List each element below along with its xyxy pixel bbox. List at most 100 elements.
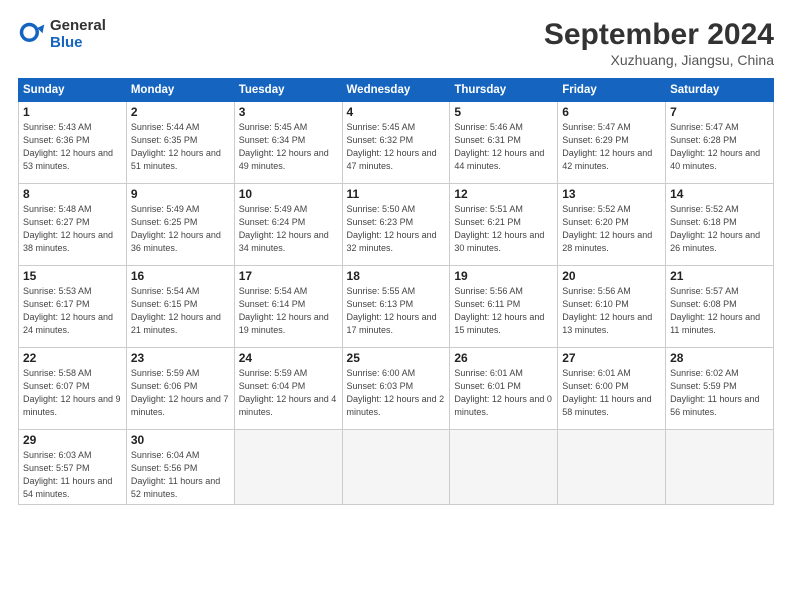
table-row: 30 Sunrise: 6:04 AMSunset: 5:56 PMDaylig…: [126, 430, 234, 505]
table-row: 8 Sunrise: 5:48 AMSunset: 6:27 PMDayligh…: [19, 184, 127, 266]
day-number: 30: [131, 433, 230, 447]
day-number: 16: [131, 269, 230, 283]
day-number: 24: [239, 351, 338, 365]
table-row: [666, 430, 774, 505]
day-info: Sunrise: 5:59 AMSunset: 6:04 PMDaylight:…: [239, 368, 337, 417]
day-info: Sunrise: 5:54 AMSunset: 6:15 PMDaylight:…: [131, 286, 221, 335]
col-saturday: Saturday: [666, 79, 774, 102]
day-number: 2: [131, 105, 230, 119]
col-sunday: Sunday: [19, 79, 127, 102]
table-row: 7 Sunrise: 5:47 AMSunset: 6:28 PMDayligh…: [666, 102, 774, 184]
day-info: Sunrise: 6:01 AMSunset: 6:00 PMDaylight:…: [562, 368, 651, 417]
col-wednesday: Wednesday: [342, 79, 450, 102]
table-row: 2 Sunrise: 5:44 AMSunset: 6:35 PMDayligh…: [126, 102, 234, 184]
header: General Blue September 2024 Xuzhuang, Ji…: [18, 18, 774, 68]
day-info: Sunrise: 5:52 AMSunset: 6:20 PMDaylight:…: [562, 204, 652, 253]
day-info: Sunrise: 5:55 AMSunset: 6:13 PMDaylight:…: [347, 286, 437, 335]
day-number: 28: [670, 351, 769, 365]
day-number: 14: [670, 187, 769, 201]
day-info: Sunrise: 5:57 AMSunset: 6:08 PMDaylight:…: [670, 286, 760, 335]
day-number: 5: [454, 105, 553, 119]
day-info: Sunrise: 5:47 AMSunset: 6:29 PMDaylight:…: [562, 122, 652, 171]
day-info: Sunrise: 5:58 AMSunset: 6:07 PMDaylight:…: [23, 368, 121, 417]
table-row: [450, 430, 558, 505]
day-info: Sunrise: 5:43 AMSunset: 6:36 PMDaylight:…: [23, 122, 113, 171]
table-row: 29 Sunrise: 6:03 AMSunset: 5:57 PMDaylig…: [19, 430, 127, 505]
table-row: 12 Sunrise: 5:51 AMSunset: 6:21 PMDaylig…: [450, 184, 558, 266]
table-row: [234, 430, 342, 505]
day-number: 6: [562, 105, 661, 119]
day-info: Sunrise: 5:48 AMSunset: 6:27 PMDaylight:…: [23, 204, 113, 253]
table-row: 9 Sunrise: 5:49 AMSunset: 6:25 PMDayligh…: [126, 184, 234, 266]
table-row: 4 Sunrise: 5:45 AMSunset: 6:32 PMDayligh…: [342, 102, 450, 184]
day-info: Sunrise: 5:44 AMSunset: 6:35 PMDaylight:…: [131, 122, 221, 171]
day-info: Sunrise: 5:46 AMSunset: 6:31 PMDaylight:…: [454, 122, 544, 171]
day-number: 23: [131, 351, 230, 365]
table-row: 23 Sunrise: 5:59 AMSunset: 6:06 PMDaylig…: [126, 348, 234, 430]
table-row: 18 Sunrise: 5:55 AMSunset: 6:13 PMDaylig…: [342, 266, 450, 348]
day-info: Sunrise: 6:03 AMSunset: 5:57 PMDaylight:…: [23, 450, 112, 499]
logo-blue-text: Blue: [50, 35, 106, 52]
day-number: 8: [23, 187, 122, 201]
day-info: Sunrise: 5:51 AMSunset: 6:21 PMDaylight:…: [454, 204, 544, 253]
day-info: Sunrise: 6:00 AMSunset: 6:03 PMDaylight:…: [347, 368, 445, 417]
day-number: 27: [562, 351, 661, 365]
table-row: 10 Sunrise: 5:49 AMSunset: 6:24 PMDaylig…: [234, 184, 342, 266]
day-number: 4: [347, 105, 446, 119]
day-info: Sunrise: 6:01 AMSunset: 6:01 PMDaylight:…: [454, 368, 552, 417]
table-row: 26 Sunrise: 6:01 AMSunset: 6:01 PMDaylig…: [450, 348, 558, 430]
table-row: [342, 430, 450, 505]
col-tuesday: Tuesday: [234, 79, 342, 102]
day-info: Sunrise: 5:53 AMSunset: 6:17 PMDaylight:…: [23, 286, 113, 335]
table-row: 15 Sunrise: 5:53 AMSunset: 6:17 PMDaylig…: [19, 266, 127, 348]
table-row: 11 Sunrise: 5:50 AMSunset: 6:23 PMDaylig…: [342, 184, 450, 266]
day-number: 17: [239, 269, 338, 283]
day-info: Sunrise: 6:04 AMSunset: 5:56 PMDaylight:…: [131, 450, 220, 499]
table-row: 3 Sunrise: 5:45 AMSunset: 6:34 PMDayligh…: [234, 102, 342, 184]
day-info: Sunrise: 5:56 AMSunset: 6:11 PMDaylight:…: [454, 286, 544, 335]
day-info: Sunrise: 5:49 AMSunset: 6:25 PMDaylight:…: [131, 204, 221, 253]
table-row: 17 Sunrise: 5:54 AMSunset: 6:14 PMDaylig…: [234, 266, 342, 348]
table-row: 22 Sunrise: 5:58 AMSunset: 6:07 PMDaylig…: [19, 348, 127, 430]
day-number: 18: [347, 269, 446, 283]
calendar-page: General Blue September 2024 Xuzhuang, Ji…: [0, 0, 792, 612]
day-number: 20: [562, 269, 661, 283]
table-row: [558, 430, 666, 505]
calendar-header-row: Sunday Monday Tuesday Wednesday Thursday…: [19, 79, 774, 102]
day-info: Sunrise: 5:45 AMSunset: 6:32 PMDaylight:…: [347, 122, 437, 171]
table-row: 16 Sunrise: 5:54 AMSunset: 6:15 PMDaylig…: [126, 266, 234, 348]
table-row: 1 Sunrise: 5:43 AMSunset: 6:36 PMDayligh…: [19, 102, 127, 184]
day-number: 1: [23, 105, 122, 119]
table-row: 5 Sunrise: 5:46 AMSunset: 6:31 PMDayligh…: [450, 102, 558, 184]
calendar-table: Sunday Monday Tuesday Wednesday Thursday…: [18, 78, 774, 505]
table-row: 28 Sunrise: 6:02 AMSunset: 5:59 PMDaylig…: [666, 348, 774, 430]
table-row: 27 Sunrise: 6:01 AMSunset: 6:00 PMDaylig…: [558, 348, 666, 430]
day-number: 21: [670, 269, 769, 283]
table-row: 13 Sunrise: 5:52 AMSunset: 6:20 PMDaylig…: [558, 184, 666, 266]
day-info: Sunrise: 5:49 AMSunset: 6:24 PMDaylight:…: [239, 204, 329, 253]
logo: General Blue: [18, 18, 106, 51]
day-number: 7: [670, 105, 769, 119]
col-friday: Friday: [558, 79, 666, 102]
day-number: 29: [23, 433, 122, 447]
day-info: Sunrise: 5:56 AMSunset: 6:10 PMDaylight:…: [562, 286, 652, 335]
day-number: 15: [23, 269, 122, 283]
day-info: Sunrise: 5:59 AMSunset: 6:06 PMDaylight:…: [131, 368, 229, 417]
day-number: 11: [347, 187, 446, 201]
day-number: 10: [239, 187, 338, 201]
day-number: 13: [562, 187, 661, 201]
title-block: September 2024 Xuzhuang, Jiangsu, China: [544, 18, 774, 68]
table-row: 25 Sunrise: 6:00 AMSunset: 6:03 PMDaylig…: [342, 348, 450, 430]
day-info: Sunrise: 6:02 AMSunset: 5:59 PMDaylight:…: [670, 368, 759, 417]
day-number: 26: [454, 351, 553, 365]
day-number: 19: [454, 269, 553, 283]
day-number: 12: [454, 187, 553, 201]
day-info: Sunrise: 5:54 AMSunset: 6:14 PMDaylight:…: [239, 286, 329, 335]
day-number: 22: [23, 351, 122, 365]
table-row: 24 Sunrise: 5:59 AMSunset: 6:04 PMDaylig…: [234, 348, 342, 430]
col-monday: Monday: [126, 79, 234, 102]
month-title: September 2024: [544, 18, 774, 52]
table-row: 6 Sunrise: 5:47 AMSunset: 6:29 PMDayligh…: [558, 102, 666, 184]
day-info: Sunrise: 5:50 AMSunset: 6:23 PMDaylight:…: [347, 204, 437, 253]
day-info: Sunrise: 5:47 AMSunset: 6:28 PMDaylight:…: [670, 122, 760, 171]
